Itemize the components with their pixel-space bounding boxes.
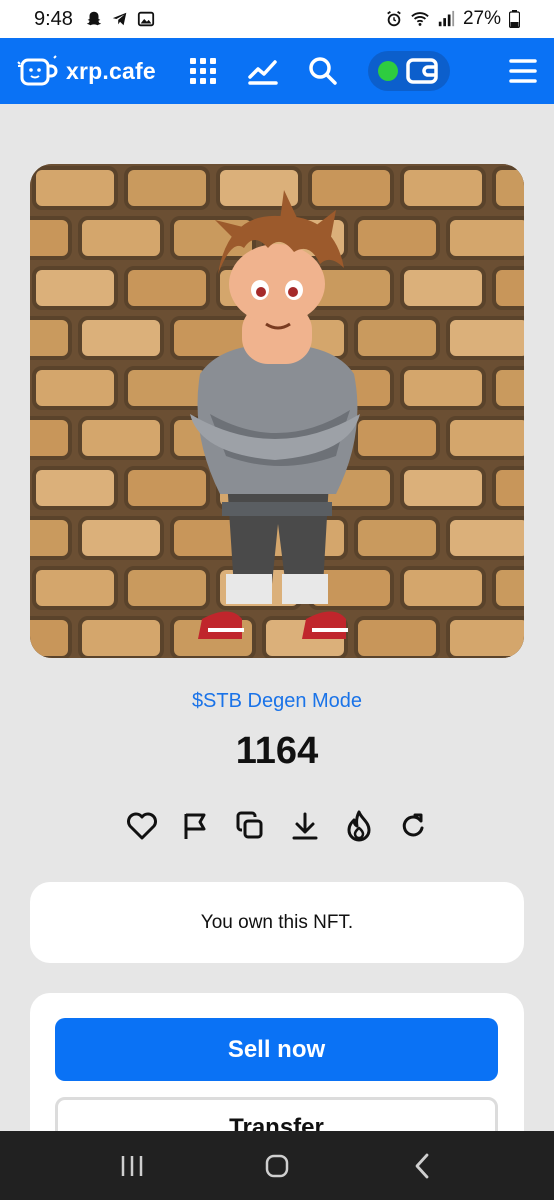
sell-now-button[interactable]: Sell now bbox=[55, 1018, 498, 1081]
home-button[interactable] bbox=[257, 1146, 297, 1186]
fire-icon[interactable] bbox=[342, 809, 376, 843]
brick bbox=[30, 616, 72, 658]
brick bbox=[124, 266, 210, 310]
download-icon[interactable] bbox=[288, 809, 322, 843]
refresh-icon[interactable] bbox=[396, 809, 430, 843]
brick bbox=[446, 616, 524, 658]
brick bbox=[400, 166, 486, 210]
brick bbox=[446, 316, 524, 360]
brick bbox=[78, 316, 164, 360]
trade-card: Sell now Transfer bbox=[30, 993, 524, 1160]
brick bbox=[124, 566, 210, 610]
brick bbox=[446, 516, 524, 560]
brick bbox=[30, 416, 72, 460]
system-navigation-bar bbox=[0, 1131, 554, 1200]
logo-text: xrp.cafe bbox=[66, 57, 156, 84]
brick bbox=[446, 416, 524, 460]
signal-icon bbox=[438, 10, 455, 27]
brick bbox=[492, 466, 524, 510]
brick bbox=[78, 416, 164, 460]
gallery-icon bbox=[137, 11, 155, 27]
collection-link[interactable]: $STB Degen Mode bbox=[0, 690, 554, 713]
wallet-status-dot bbox=[377, 61, 398, 81]
brick bbox=[32, 366, 118, 410]
brick bbox=[124, 466, 210, 510]
status-right: 27% bbox=[385, 8, 520, 30]
brick bbox=[400, 566, 486, 610]
nft-image[interactable] bbox=[30, 164, 524, 658]
chart-icon[interactable] bbox=[246, 54, 280, 88]
brick bbox=[78, 216, 164, 260]
brick bbox=[400, 366, 486, 410]
brick bbox=[32, 266, 118, 310]
nav-icons bbox=[186, 54, 340, 88]
nft-actions bbox=[125, 808, 430, 844]
brick bbox=[32, 466, 118, 510]
brick bbox=[124, 166, 210, 210]
brick bbox=[400, 266, 486, 310]
brick bbox=[308, 166, 394, 210]
nft-artwork bbox=[30, 164, 524, 658]
alarm-icon bbox=[387, 11, 401, 27]
brick bbox=[32, 166, 118, 210]
brick bbox=[492, 366, 524, 410]
wallet-button[interactable] bbox=[367, 51, 450, 91]
brick bbox=[30, 516, 72, 560]
back-button[interactable] bbox=[402, 1146, 442, 1186]
status-time: 9:48 bbox=[34, 7, 73, 30]
recents-button[interactable] bbox=[112, 1146, 152, 1186]
search-icon[interactable] bbox=[306, 54, 340, 88]
site-logo[interactable]: xrp.cafe bbox=[16, 52, 156, 90]
wallet-icon bbox=[406, 58, 438, 84]
copy-icon[interactable] bbox=[233, 809, 267, 843]
brick bbox=[124, 366, 210, 410]
nft-title: 1164 bbox=[235, 730, 319, 772]
battery-percent: 27% bbox=[462, 8, 501, 29]
brick bbox=[354, 216, 440, 260]
heart-icon[interactable] bbox=[125, 809, 159, 843]
brick bbox=[492, 266, 524, 310]
grid-icon[interactable] bbox=[186, 54, 220, 88]
wifi-icon bbox=[411, 12, 429, 26]
brick bbox=[492, 566, 524, 610]
ownership-message: You own this NFT. bbox=[200, 911, 354, 933]
brick bbox=[78, 616, 164, 658]
brick bbox=[354, 416, 440, 460]
brick bbox=[30, 316, 72, 360]
cafe-mug-icon bbox=[17, 55, 58, 86]
brick bbox=[30, 216, 72, 260]
battery-icon bbox=[509, 10, 520, 28]
telegram-icon bbox=[112, 12, 127, 26]
top-navigation: xrp.cafe bbox=[0, 38, 554, 104]
status-bar: 9:48 27% bbox=[0, 0, 554, 38]
brick bbox=[400, 466, 486, 510]
ownership-card: You own this NFT. bbox=[30, 882, 524, 963]
brick bbox=[78, 516, 164, 560]
brick bbox=[354, 516, 440, 560]
brick bbox=[492, 166, 524, 210]
snapchat-icon bbox=[86, 11, 102, 26]
brick bbox=[354, 616, 440, 658]
brick bbox=[32, 566, 118, 610]
flag-icon[interactable] bbox=[179, 809, 213, 843]
brick bbox=[354, 316, 440, 360]
status-left: 9:48 bbox=[34, 8, 155, 31]
menu-icon[interactable] bbox=[508, 56, 538, 86]
brick bbox=[446, 216, 524, 260]
